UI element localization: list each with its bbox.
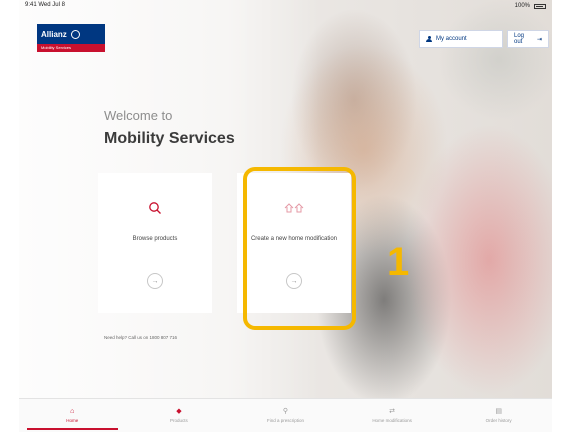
search-icon: [148, 201, 162, 221]
my-account-label: My account: [436, 36, 467, 42]
status-time: 9:41 Wed Jul 8: [25, 2, 65, 8]
tab-products-label: Products: [170, 418, 188, 423]
tab-find-prescription[interactable]: ⚲ Find a prescription: [232, 399, 339, 432]
history-icon: ▤: [495, 408, 502, 415]
browse-products-label: Browse products: [132, 236, 178, 242]
allianz-eagle-icon: [70, 29, 80, 39]
app-screen: 9:41 Wed Jul 8 100% Allianz Mobility Ser…: [19, 0, 552, 432]
log-out-icon: ⇥: [536, 36, 542, 43]
tab-prescription-label: Find a prescription: [266, 418, 304, 423]
welcome-text: Welcome to: [104, 108, 173, 123]
tab-order-history[interactable]: ▤ Order history: [445, 399, 552, 432]
battery-percent: 100%: [514, 3, 530, 9]
allianz-logo[interactable]: Allianz Mobility Services: [37, 24, 105, 56]
home-icon: ⌂: [70, 408, 75, 415]
tab-home-modifications[interactable]: ⇄ Home modifications: [339, 399, 446, 432]
modifications-icon: ⇄: [389, 408, 396, 415]
logo-brand-bar: Allianz: [37, 24, 105, 44]
tab-history-label: Order history: [485, 418, 512, 423]
prescription-icon: ⚲: [282, 408, 289, 415]
page-title: Mobility Services: [104, 130, 235, 147]
logo-tagline: Mobility Services: [37, 44, 105, 52]
battery-icon: [534, 3, 546, 9]
arrow-right-icon[interactable]: →: [147, 273, 163, 289]
browse-products-card[interactable]: Browse products →: [98, 173, 212, 313]
status-right: 100%: [515, 2, 546, 10]
logo-brand: Allianz: [41, 29, 67, 39]
log-out-label: Log out: [514, 33, 525, 45]
person-icon: [426, 35, 432, 43]
products-icon: ◆: [176, 408, 182, 415]
tab-products[interactable]: ◆ Products: [126, 399, 233, 432]
highlight-box: [243, 167, 356, 330]
tab-home-label: Home: [66, 418, 79, 423]
help-phone-text: Need help? Call us on 1800 807 716: [104, 335, 178, 340]
my-account-button[interactable]: My account: [419, 30, 503, 48]
tab-home[interactable]: ⌂ Home: [19, 399, 126, 432]
bottom-tab-bar: ⌂ Home ◆ Products ⚲ Find a prescription …: [19, 398, 552, 432]
tab-modifications-label: Home modifications: [372, 418, 412, 423]
step-number-annotation: 1: [387, 240, 410, 284]
log-out-button[interactable]: Log out ⇥: [507, 30, 549, 48]
status-bar: 9:41 Wed Jul 8 100%: [19, 0, 552, 12]
